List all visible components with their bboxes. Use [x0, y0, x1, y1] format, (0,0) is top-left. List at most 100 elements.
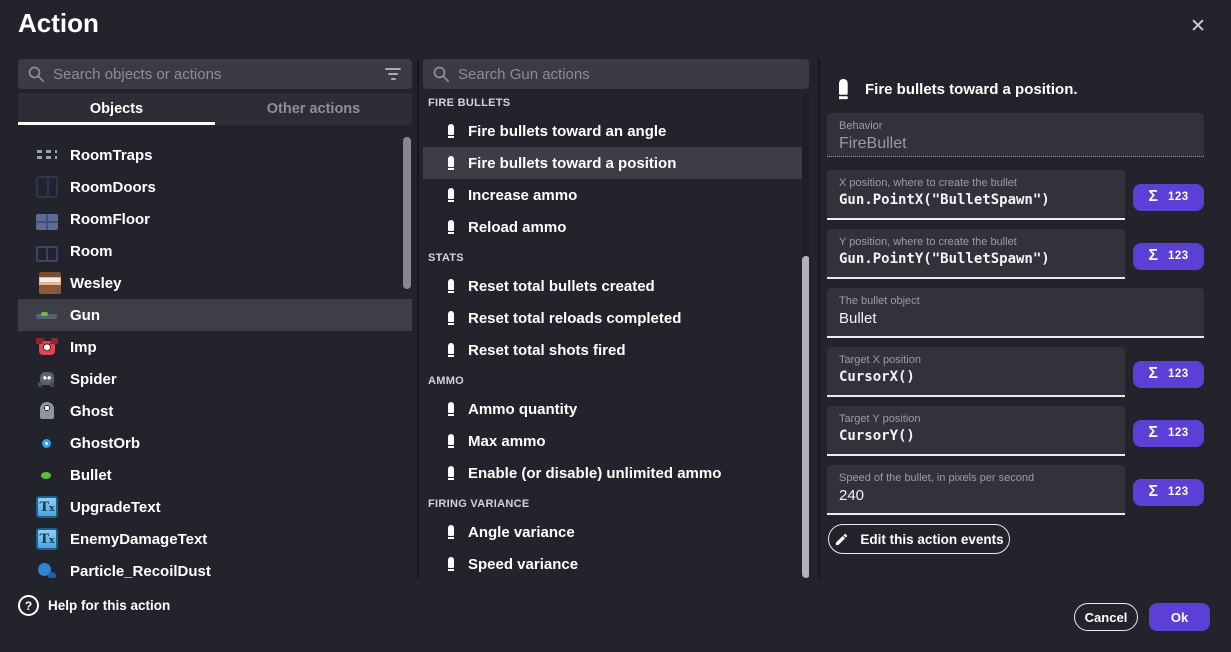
bullet-action-icon [448, 402, 454, 416]
field-speed[interactable]: Speed of the bullet, in pixels per secon… [827, 465, 1125, 515]
object-item-ghost[interactable]: Ghost [18, 395, 412, 427]
tab-objects[interactable]: Objects [18, 93, 215, 125]
field-bullet-object[interactable]: The bullet objectBullet [827, 288, 1204, 338]
roomtraps-sprite-icon [36, 144, 58, 166]
expression-editor-button-speed[interactable]: Σ123 [1133, 479, 1204, 506]
object-name: Particle_RecoilDust [70, 563, 211, 579]
action-item-fire-bullets-toward-a-position[interactable]: Fire bullets toward a position [423, 147, 809, 179]
objects-scrollbar-thumb[interactable] [403, 137, 411, 289]
close-icon[interactable]: ✕ [1184, 12, 1212, 40]
action-item-reset-total-bullets-created[interactable]: Reset total bullets created [423, 270, 809, 302]
tab-other-actions[interactable]: Other actions [215, 93, 412, 125]
ghost-sprite-icon [36, 400, 58, 422]
action-item-reload-ammo[interactable]: Reload ammo [423, 211, 809, 243]
field-target-y[interactable]: Target Y position CursorY() [827, 406, 1125, 456]
bullet-sprite-icon [36, 464, 58, 486]
action-item-fire-bullets-toward-an-angle[interactable]: Fire bullets toward an angle [423, 115, 809, 147]
pencil-icon [834, 532, 849, 547]
action-group-header-fire-bullets: FIRE BULLETS [423, 91, 809, 115]
action-item-max-ammo[interactable]: Max ammo [423, 425, 809, 457]
action-item-label: Speed variance [468, 556, 578, 573]
field-x-position[interactable]: X position, where to create the bulletGu… [827, 170, 1125, 220]
object-item-spider[interactable]: Spider [18, 363, 412, 395]
action-item-label: Reset total shots fired [468, 342, 626, 359]
object-name: Wesley [70, 275, 121, 292]
expression-editor-button-target-x[interactable]: Σ123 [1133, 361, 1204, 388]
object-item-enemydamagetext[interactable]: EnemyDamageText [18, 523, 412, 555]
action-item-reset-total-shots-fired[interactable]: Reset total shots fired [423, 334, 809, 366]
action-item-ammo-quantity[interactable]: Ammo quantity [423, 393, 809, 425]
edit-action-events-label: Edit this action events [860, 532, 1003, 547]
action-description: Fire bullets toward a position. [865, 81, 1078, 98]
field-label: Target Y position [839, 413, 1113, 425]
sigma-icon: Σ [1148, 365, 1158, 383]
object-item-upgradetext[interactable]: UpgradeText [18, 491, 412, 523]
bullet-action-icon [448, 220, 454, 234]
bullet-action-icon [448, 188, 454, 202]
object-item-gun[interactable]: Gun [18, 299, 412, 331]
field-value: Gun.PointY("BulletSpawn") [839, 251, 1113, 267]
action-item-label: Reset total reloads completed [468, 310, 681, 327]
sigma-icon: Σ [1148, 424, 1158, 442]
action-group-header-stats: STATS [423, 246, 809, 270]
object-item-roomdoors[interactable]: RoomDoors [18, 171, 412, 203]
object-item-room[interactable]: Room [18, 235, 412, 267]
object-item-roomfloor[interactable]: RoomFloor [18, 203, 412, 235]
action-item-label: Reload ammo [468, 219, 566, 236]
field-label: X position, where to create the bullet [839, 177, 1113, 189]
expression-editor-button-x-position[interactable]: Σ123 [1133, 184, 1204, 211]
field-y-position[interactable]: Y position, where to create the bulletGu… [827, 229, 1125, 279]
action-item-label: Reset total bullets created [468, 278, 655, 295]
action-item-label: Ammo quantity [468, 401, 577, 418]
field-target-x[interactable]: Target X position CursorX() [827, 347, 1125, 397]
object-name: Bullet [70, 467, 112, 484]
sigma-icon: Σ [1148, 483, 1158, 501]
action-item-label: Angle variance [468, 524, 575, 541]
object-item-imp[interactable]: Imp [18, 331, 412, 363]
action-item-enable-or-disable-unlimited-ammo[interactable]: Enable (or disable) unlimited ammo [423, 457, 809, 489]
edit-action-events-button[interactable]: Edit this action events [828, 524, 1010, 554]
field-label: Target X position [839, 354, 1113, 366]
expression-editor-button-y-position[interactable]: Σ123 [1133, 243, 1204, 270]
cancel-button[interactable]: Cancel [1074, 603, 1138, 631]
gun-sprite-icon [36, 304, 58, 326]
object-name: RoomDoors [70, 179, 156, 196]
help-for-action-link[interactable]: ? Help for this action [18, 595, 170, 616]
object-tabs: Objects Other actions [18, 93, 412, 125]
object-item-wesley[interactable]: Wesley [18, 267, 412, 299]
divider-left-middle [417, 59, 419, 578]
object-item-ghostorb[interactable]: GhostOrb [18, 427, 412, 459]
actions-scrollbar-thumb[interactable] [802, 256, 809, 578]
filter-icon[interactable] [384, 68, 402, 80]
object-name: EnemyDamageText [70, 531, 207, 548]
action-item-angle-variance[interactable]: Angle variance [423, 516, 809, 548]
bullet-action-icon [448, 124, 454, 138]
action-item-label: Enable (or disable) unlimited ammo [468, 465, 721, 482]
object-name: Room [70, 243, 113, 260]
objects-list: RoomTraps RoomDoors RoomFloor Room Wesley Gun… [18, 139, 412, 578]
ok-button[interactable]: Ok [1149, 603, 1210, 631]
divider-middle-right [818, 59, 820, 578]
expression-editor-button-target-y[interactable]: Σ123 [1133, 420, 1204, 447]
action-item-speed-variance[interactable]: Speed variance [423, 548, 809, 578]
field-value: Bullet [839, 310, 1192, 327]
object-name: Ghost [70, 403, 113, 420]
action-item-increase-ammo[interactable]: Increase ammo [423, 179, 809, 211]
search-icon [28, 66, 44, 82]
field-value: CursorX() [839, 369, 1113, 385]
object-item-bullet[interactable]: Bullet [18, 459, 412, 491]
bullet-action-icon [448, 343, 454, 357]
bullet-action-icon [448, 434, 454, 448]
bullet-action-icon [448, 525, 454, 539]
object-item-roomtraps[interactable]: RoomTraps [18, 139, 412, 171]
numeric-badge: 123 [1168, 191, 1189, 203]
objects-search-input[interactable] [53, 66, 375, 83]
object-name: GhostOrb [70, 435, 140, 452]
numeric-badge: 123 [1168, 250, 1189, 262]
action-item-reset-total-reloads-completed[interactable]: Reset total reloads completed [423, 302, 809, 334]
field-value: CursorY() [839, 428, 1113, 444]
actions-search-input[interactable] [458, 66, 799, 83]
object-item-particle-recoildust[interactable]: Particle_RecoilDust [18, 555, 412, 578]
ghostorb-sprite-icon [36, 432, 58, 454]
roomfloor-sprite-icon [36, 214, 58, 230]
